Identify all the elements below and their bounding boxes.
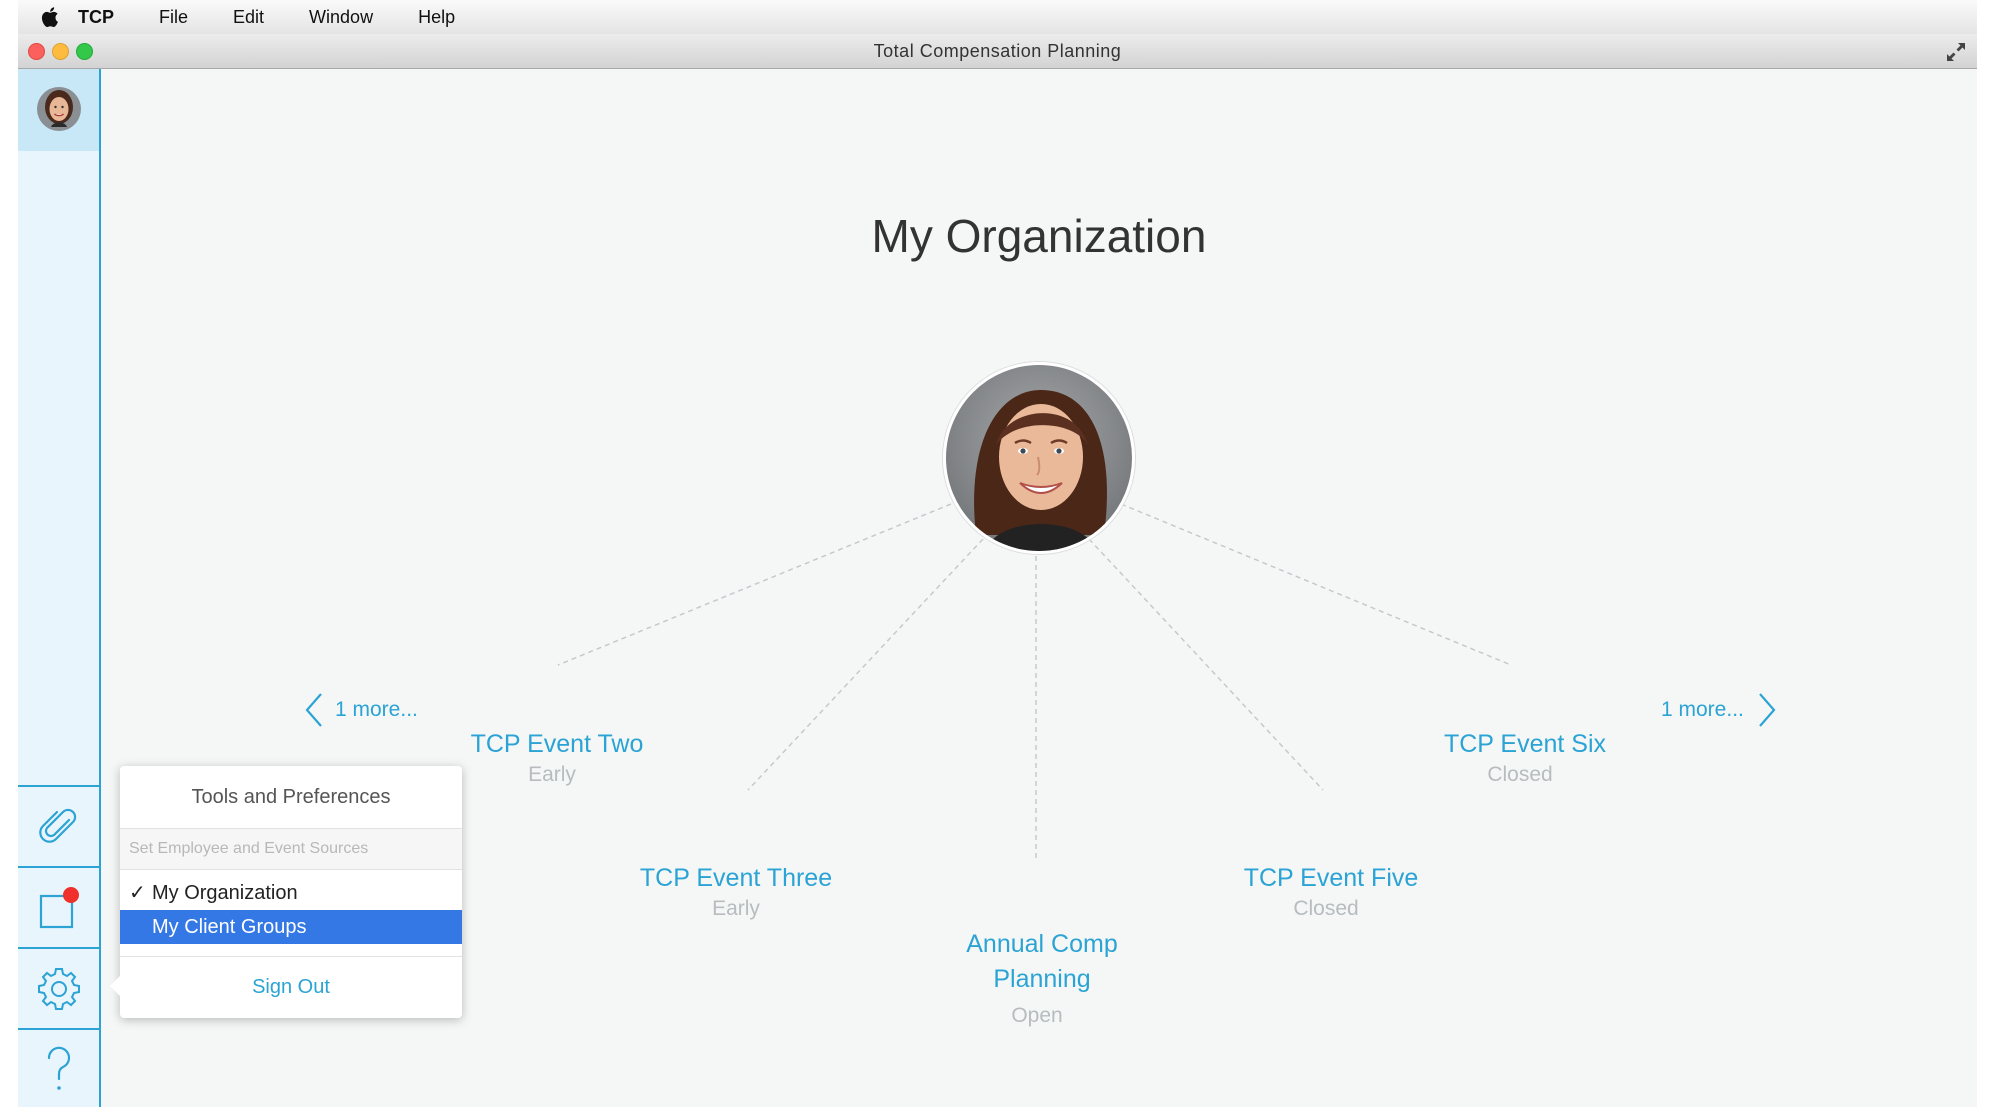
notification-icon: [39, 886, 79, 928]
tools-preferences-popover: Tools and Preferences Set Employee and E…: [110, 766, 462, 1018]
event-three-status: Early: [712, 897, 760, 920]
event-annual-comp-link[interactable]: Annual Comp Planning: [937, 930, 1147, 994]
event-two-status: Early: [528, 763, 576, 786]
event-five-link[interactable]: TCP Event Five: [1226, 864, 1436, 893]
source-my-organization-label: My Organization: [152, 882, 298, 904]
window-titlebar: Total Compensation Planning: [18, 34, 1977, 69]
popover-section-header: Set Employee and Event Sources: [120, 829, 462, 870]
source-my-client-groups[interactable]: My Client Groups: [120, 910, 462, 944]
event-five-status: Closed: [1293, 897, 1359, 920]
sign-out-button[interactable]: Sign Out: [120, 956, 462, 1017]
menu-window[interactable]: Window: [309, 7, 373, 28]
menu-file[interactable]: File: [159, 7, 188, 28]
event-annual-comp-line1: Annual Comp: [966, 930, 1118, 958]
popover-arrow: [110, 976, 120, 996]
question-icon: [47, 1046, 70, 1090]
more-left-label: 1 more...: [335, 698, 418, 721]
menu-bar: TCP File Edit Window Help: [18, 0, 1977, 35]
avatar: [37, 87, 81, 131]
more-left-button[interactable]: 1 more...: [303, 691, 418, 729]
sidebar-attachments-button[interactable]: [18, 785, 99, 866]
source-my-client-groups-label: My Client Groups: [152, 916, 307, 938]
org-leader-avatar[interactable]: [943, 362, 1135, 554]
more-right-label: 1 more...: [1661, 698, 1744, 721]
more-right-button[interactable]: 1 more...: [1661, 691, 1778, 729]
sidebar: [18, 69, 101, 1107]
sidebar-help-button[interactable]: [18, 1028, 99, 1109]
sidebar-profile-button[interactable]: [18, 69, 99, 151]
event-three-link[interactable]: TCP Event Three: [631, 864, 841, 893]
fullscreen-icon[interactable]: [1945, 41, 1967, 63]
sidebar-settings-button[interactable]: [18, 947, 99, 1028]
gear-icon: [37, 967, 80, 1010]
event-six-status: Closed: [1487, 763, 1553, 786]
source-my-organization[interactable]: ✓ My Organization: [120, 876, 462, 910]
chevron-right-icon: [1759, 693, 1776, 727]
apple-icon[interactable]: [38, 5, 64, 29]
menu-help[interactable]: Help: [418, 7, 455, 28]
event-annual-comp-status: Open: [1011, 1004, 1063, 1027]
paperclip-icon: [38, 808, 76, 843]
menu-edit[interactable]: Edit: [233, 7, 264, 28]
event-six-link[interactable]: TCP Event Six: [1420, 730, 1630, 759]
event-annual-comp-line2: Planning: [993, 965, 1091, 993]
check-icon: ✓: [129, 882, 146, 904]
menu-app-name[interactable]: TCP: [78, 7, 114, 28]
sidebar-notifications-button[interactable]: [18, 866, 99, 947]
window-title: Total Compensation Planning: [873, 41, 1122, 61]
event-two-link[interactable]: TCP Event Two: [457, 730, 657, 759]
notification-badge: [62, 886, 79, 903]
popover-title: Tools and Preferences: [120, 766, 462, 829]
chevron-left-icon: [305, 693, 322, 727]
